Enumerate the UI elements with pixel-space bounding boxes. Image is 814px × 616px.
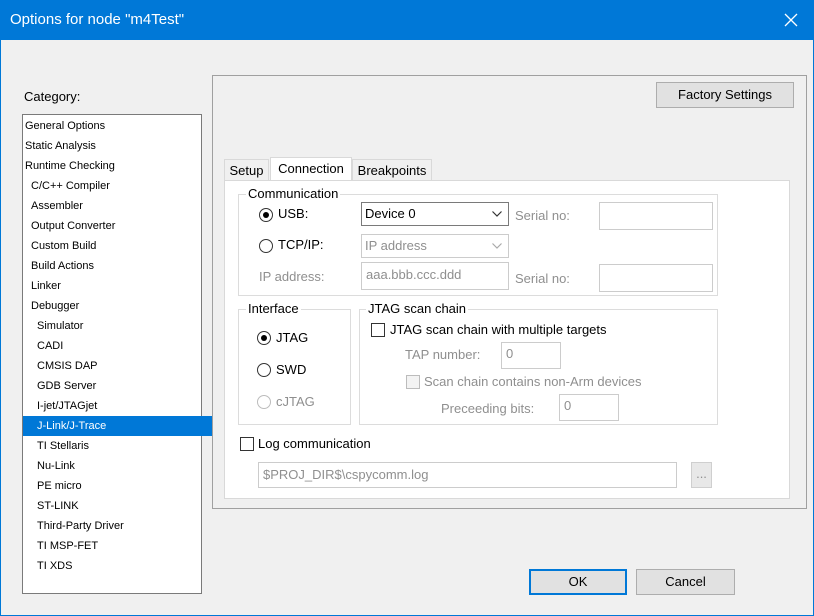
tab-connection[interactable]: Connection bbox=[270, 157, 352, 181]
category-item[interactable]: Third-Party Driver bbox=[23, 516, 215, 536]
multi-targets-checkbox[interactable] bbox=[371, 323, 385, 337]
category-item[interactable]: PE micro bbox=[23, 476, 215, 496]
serial-no-label-2: Serial no: bbox=[515, 271, 570, 286]
title-bar: Options for node "m4Test" bbox=[0, 0, 814, 40]
ip-address-label: IP address: bbox=[259, 269, 325, 284]
cjtag-label: cJTAG bbox=[276, 394, 315, 409]
swd-label: SWD bbox=[276, 362, 307, 377]
category-item-selected[interactable]: J-Link/J-Trace bbox=[23, 416, 215, 436]
serial-no-label: Serial no: bbox=[515, 208, 570, 223]
category-item-label: CADI bbox=[37, 340, 64, 352]
preceding-bits-label: Preceeding bits: bbox=[441, 401, 535, 416]
tcpip-label: TCP/IP: bbox=[278, 237, 324, 252]
category-item-label: J-Link/J-Trace bbox=[37, 420, 107, 432]
browse-button[interactable]: ... bbox=[691, 462, 712, 488]
category-item[interactable]: TI MSP-FET bbox=[23, 536, 215, 556]
category-item-label: Third-Party Driver bbox=[37, 520, 124, 532]
tcpip-radio[interactable] bbox=[259, 239, 273, 253]
usb-radio[interactable] bbox=[259, 208, 273, 222]
tap-number-input[interactable]: 0 bbox=[501, 342, 561, 369]
usb-device-value: Device 0 bbox=[365, 206, 416, 221]
category-item[interactable]: Debugger bbox=[23, 296, 209, 316]
ip-address-input[interactable]: aaa.bbb.ccc.ddd bbox=[361, 262, 509, 290]
category-item[interactable]: GDB Server bbox=[23, 376, 215, 396]
category-item-label: Custom Build bbox=[31, 240, 97, 252]
category-item-label: Runtime Checking bbox=[25, 160, 115, 172]
category-item-label: Build Actions bbox=[31, 260, 94, 272]
chevron-down-icon bbox=[490, 203, 504, 225]
category-item[interactable]: I-jet/JTAGjet bbox=[23, 396, 215, 416]
preceding-bits-input[interactable]: 0 bbox=[559, 394, 619, 421]
swd-radio[interactable] bbox=[257, 363, 271, 377]
category-item[interactable]: Custom Build bbox=[23, 236, 209, 256]
category-list[interactable]: General Options Static Analysis Runtime … bbox=[22, 114, 215, 594]
category-item-label: Assembler bbox=[31, 200, 83, 212]
category-item-label: GDB Server bbox=[37, 380, 97, 392]
ok-button[interactable]: OK bbox=[529, 569, 627, 595]
category-item-label: TI MSP-FET bbox=[37, 540, 99, 552]
close-icon bbox=[784, 13, 798, 27]
category-item[interactable]: ST-LINK bbox=[23, 496, 215, 516]
category-item[interactable]: Nu-Link bbox=[23, 456, 215, 476]
category-label: Category: bbox=[24, 89, 81, 104]
category-item-label: Debugger bbox=[31, 300, 80, 312]
category-item-label: Simulator bbox=[37, 320, 84, 332]
category-item-label: Output Converter bbox=[31, 220, 116, 232]
serial-no-input[interactable] bbox=[599, 202, 713, 230]
factory-settings-button[interactable]: Factory Settings bbox=[656, 82, 794, 108]
category-item[interactable]: C/C++ Compiler bbox=[23, 176, 209, 196]
category-item-label: ST-LINK bbox=[37, 500, 79, 512]
category-item[interactable]: Simulator bbox=[23, 316, 215, 336]
category-item-label: C/C++ Compiler bbox=[31, 180, 110, 192]
category-item-label: PE micro bbox=[37, 480, 82, 492]
category-item-label: General Options bbox=[25, 120, 106, 132]
cancel-button[interactable]: Cancel bbox=[636, 569, 735, 595]
close-button[interactable] bbox=[768, 0, 814, 40]
category-item-label: I-jet/JTAGjet bbox=[37, 400, 98, 412]
category-item-label: Nu-Link bbox=[37, 460, 75, 472]
interface-title: Interface bbox=[246, 301, 301, 316]
communication-title: Communication bbox=[246, 186, 341, 201]
category-item[interactable]: CMSIS DAP bbox=[23, 356, 215, 376]
jtag-radio[interactable] bbox=[257, 331, 271, 345]
chevron-down-icon bbox=[490, 235, 504, 257]
serial-no-input-2[interactable] bbox=[599, 264, 713, 292]
category-item-label: Static Analysis bbox=[25, 140, 96, 152]
log-communication-label: Log communication bbox=[258, 436, 371, 451]
jtag-scan-title: JTAG scan chain bbox=[366, 301, 469, 316]
category-item-label: TI XDS bbox=[37, 560, 73, 572]
category-item-label: CMSIS DAP bbox=[37, 360, 98, 372]
category-item[interactable]: General Options bbox=[23, 116, 203, 136]
category-item[interactable]: Runtime Checking bbox=[23, 156, 203, 176]
category-item-label: Linker bbox=[31, 280, 61, 292]
category-item[interactable]: CADI bbox=[23, 336, 215, 356]
non-arm-checkbox[interactable] bbox=[406, 375, 420, 389]
window-title: Options for node "m4Test" bbox=[10, 11, 185, 28]
category-item[interactable]: TI Stellaris bbox=[23, 436, 215, 456]
multi-targets-label: JTAG scan chain with multiple targets bbox=[390, 322, 607, 337]
window-border bbox=[0, 40, 1, 616]
jtag-label: JTAG bbox=[276, 330, 309, 345]
category-item[interactable]: Build Actions bbox=[23, 256, 209, 276]
usb-label: USB: bbox=[278, 206, 309, 221]
category-item[interactable]: Assembler bbox=[23, 196, 209, 216]
category-item[interactable]: Linker bbox=[23, 276, 209, 296]
category-item[interactable]: Static Analysis bbox=[23, 136, 203, 156]
tap-number-label: TAP number: bbox=[405, 347, 481, 362]
tab-breakpoints[interactable]: Breakpoints bbox=[352, 159, 432, 181]
tab-setup[interactable]: Setup bbox=[224, 159, 269, 181]
category-item[interactable]: Output Converter bbox=[23, 216, 209, 236]
log-path-input[interactable]: $PROJ_DIR$\cspycomm.log bbox=[258, 462, 677, 488]
category-item[interactable]: TI XDS bbox=[23, 556, 215, 576]
log-communication-checkbox[interactable] bbox=[240, 437, 254, 451]
cjtag-radio[interactable] bbox=[257, 395, 271, 409]
tcpip-select[interactable]: IP address bbox=[361, 234, 509, 258]
non-arm-label: Scan chain contains non-Arm devices bbox=[424, 374, 642, 389]
tcpip-value: IP address bbox=[365, 238, 427, 253]
usb-device-select[interactable]: Device 0 bbox=[361, 202, 509, 226]
category-item-label: TI Stellaris bbox=[37, 440, 89, 452]
